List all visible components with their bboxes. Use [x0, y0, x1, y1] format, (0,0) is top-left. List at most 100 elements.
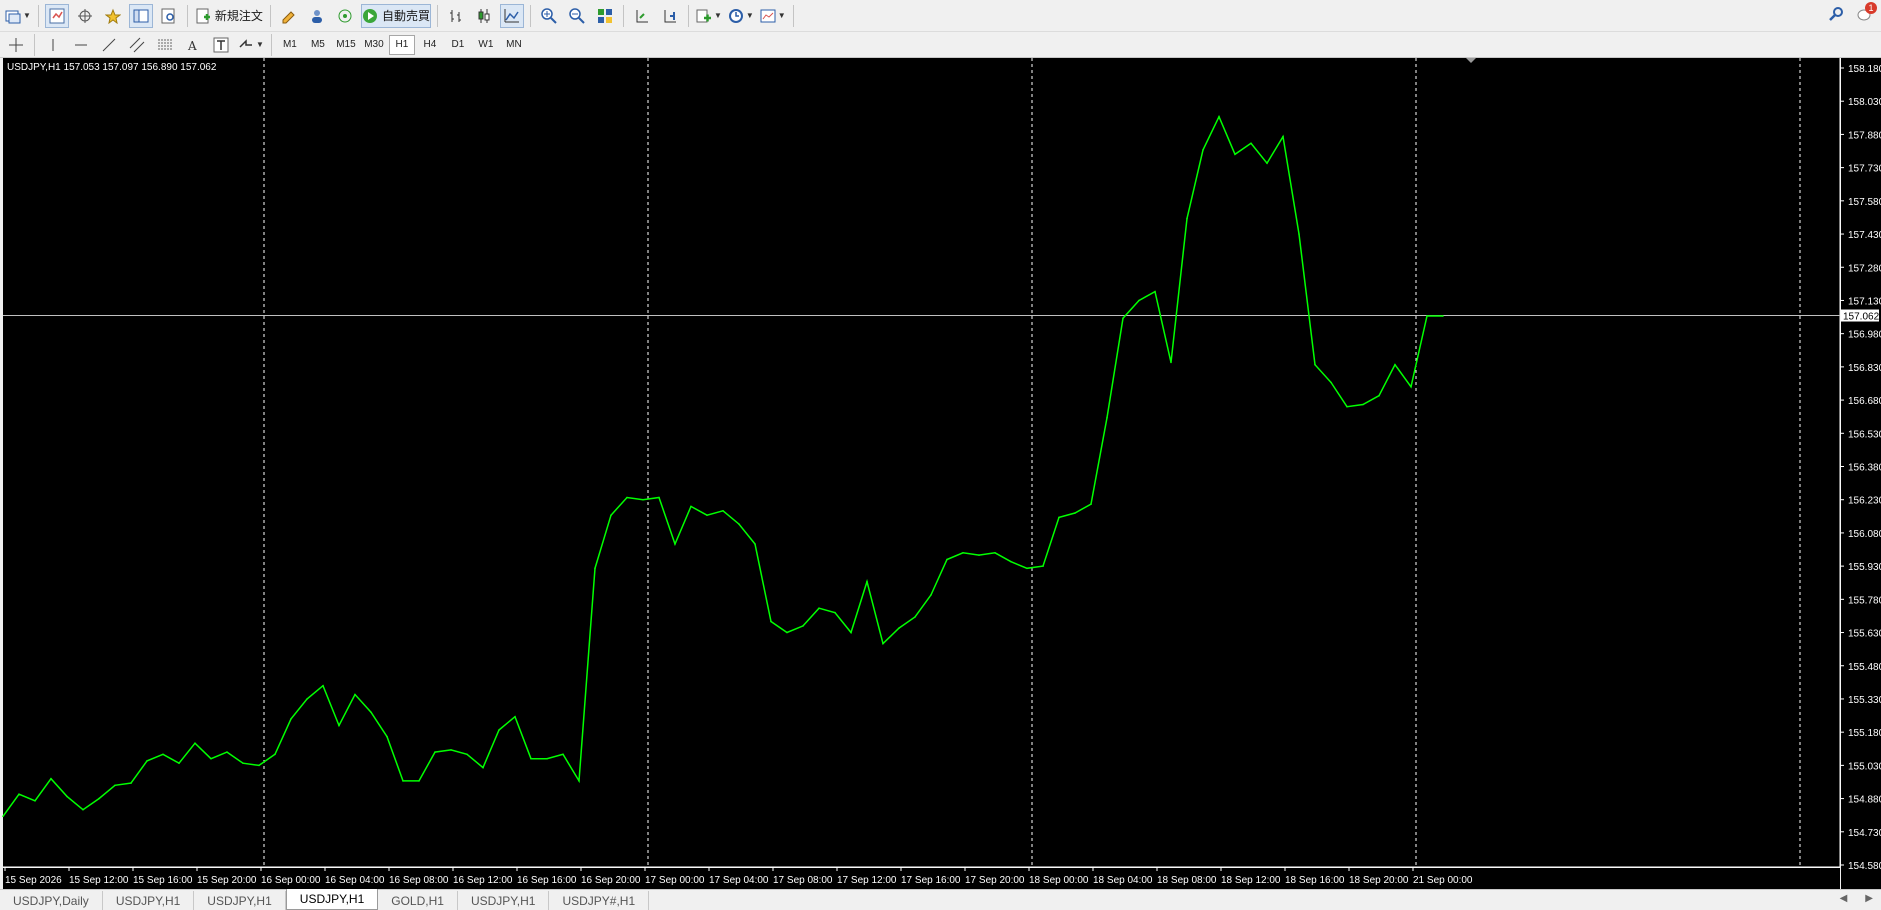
price-point: [1138, 299, 1140, 302]
time-tick-label: 15 Sep 16:00: [133, 875, 193, 886]
text-button[interactable]: A: [181, 33, 205, 57]
horizontal-line-button[interactable]: [69, 33, 93, 57]
price-tick-label: 156.830: [1848, 363, 1881, 374]
metaeditor-button[interactable]: [277, 4, 301, 28]
signals-button[interactable]: [333, 4, 357, 28]
new-order-button[interactable]: 新規注文: [194, 4, 264, 28]
chart-tab[interactable]: USDJPY,H1: [285, 889, 379, 910]
timeframe-m15-button[interactable]: M15: [333, 35, 359, 55]
time-tick-label: 18 Sep 04:00: [1093, 875, 1153, 886]
price-tick-label: 157.280: [1848, 263, 1881, 274]
auto-scroll-icon: [664, 9, 676, 22]
chevron-down-icon: ▼: [256, 40, 264, 49]
chart-tab[interactable]: USDJPY,H1: [194, 891, 286, 910]
navigator-button[interactable]: [101, 4, 125, 28]
chart-shift-icon: [636, 9, 648, 22]
zoom-out-icon: [569, 7, 585, 24]
chart-tab[interactable]: GOLD,H1: [378, 891, 458, 910]
chart-shift-button[interactable]: [630, 4, 654, 28]
strategy-tester-button[interactable]: [157, 4, 181, 28]
editor-pencil-icon: [282, 10, 295, 23]
tab-scroll-left-icon[interactable]: ◀: [1840, 893, 1848, 904]
periods-button[interactable]: ▼: [727, 4, 755, 28]
price-tick-label: 155.780: [1848, 595, 1881, 606]
price-point: [834, 611, 836, 614]
arrows-button[interactable]: ▼: [237, 33, 265, 57]
timeframe-h1-button[interactable]: H1: [388, 34, 415, 55]
time-tick-label: 17 Sep 20:00: [965, 875, 1025, 886]
community-button[interactable]: [305, 4, 329, 28]
chart-tab[interactable]: USDJPY,H1: [103, 891, 195, 910]
price-tick-label: 156.680: [1848, 396, 1881, 407]
price-point: [1026, 567, 1028, 570]
price-point: [1090, 503, 1092, 505]
chart-tab[interactable]: USDJPY#,H1: [549, 891, 650, 910]
price-point: [242, 762, 244, 764]
price-point: [1410, 386, 1412, 388]
timeframe-m1-button[interactable]: M1: [277, 35, 303, 55]
chart-tab[interactable]: USDJPY,Daily: [0, 891, 103, 910]
price-point: [322, 684, 324, 687]
template-icon: [760, 9, 776, 22]
clock-icon: [728, 8, 743, 23]
bar-chart-button[interactable]: [444, 4, 468, 28]
price-tick-label: 157.130: [1848, 296, 1881, 307]
channel-button[interactable]: [125, 33, 149, 57]
timeframe-mn-button[interactable]: MN: [501, 35, 527, 55]
data-window-button[interactable]: [73, 4, 97, 28]
price-point: [978, 554, 980, 556]
fibonacci-button[interactable]: [153, 33, 177, 57]
timeframe-w1-button[interactable]: W1: [473, 35, 499, 55]
price-point: [482, 766, 484, 769]
tile-windows-button[interactable]: [593, 4, 617, 28]
vertical-line-icon: [52, 38, 54, 51]
indicators-button[interactable]: ▼: [695, 4, 723, 28]
auto-trading-label: 自動売買: [381, 9, 430, 23]
new-chart-button[interactable]: ▼: [4, 4, 32, 28]
time-tick-label: 17 Sep 12:00: [837, 875, 897, 886]
time-tick-label: 16 Sep 04:00: [325, 875, 385, 886]
text-label-button[interactable]: [209, 33, 233, 57]
line-chart-button[interactable]: [499, 3, 524, 28]
search-icon[interactable]: [1829, 6, 1845, 22]
price-tick-label: 155.330: [1848, 695, 1881, 706]
templates-button[interactable]: ▼: [759, 4, 787, 28]
price-point: [1218, 115, 1220, 118]
tab-scroll-right-icon[interactable]: ▶: [1865, 893, 1873, 904]
price-point: [946, 558, 948, 561]
zoom-out-button[interactable]: [565, 4, 589, 28]
terminal-button[interactable]: [128, 3, 153, 28]
price-point: [370, 711, 372, 713]
chart-tab[interactable]: USDJPY,H1: [458, 891, 550, 910]
timeframe-m30-button[interactable]: M30: [361, 35, 387, 55]
price-point: [466, 753, 468, 756]
price-chart[interactable]: 158.180 158.030 157.880 157.730 157.580 157.4…: [0, 58, 1881, 890]
trendline-button[interactable]: [97, 33, 121, 57]
toolbar-separator: [792, 4, 794, 27]
price-point: [626, 496, 628, 499]
toolbar-separator: [186, 4, 188, 27]
market-watch-button[interactable]: [44, 3, 69, 28]
price-point: [530, 757, 532, 760]
auto-trading-button[interactable]: 自動売買: [360, 3, 431, 28]
price-tick-label: 155.630: [1848, 629, 1881, 640]
zoom-in-button[interactable]: [537, 4, 561, 28]
candlestick-button[interactable]: [472, 4, 496, 28]
price-tick-label: 155.030: [1848, 761, 1881, 772]
chart-window[interactable]: 158.180 158.030 157.880 157.730 157.580 157.4…: [0, 58, 1881, 890]
price-point: [706, 514, 708, 516]
timeframe-m5-button[interactable]: M5: [305, 35, 331, 55]
timeframe-d1-button[interactable]: D1: [445, 35, 471, 55]
vertical-line-button[interactable]: [41, 33, 65, 57]
crosshair-button[interactable]: [4, 33, 28, 57]
price-tick-label: 157.730: [1848, 164, 1881, 175]
price-point: [114, 784, 116, 787]
price-point: [50, 777, 52, 780]
notifications-button[interactable]: 1: [1857, 2, 1877, 22]
time-tick-label: 15 Sep 2026: [5, 875, 62, 886]
timeframe-h4-button[interactable]: H4: [417, 35, 443, 55]
price-point: [594, 567, 596, 570]
text-label-icon: [213, 37, 229, 52]
price-point: [2, 815, 4, 818]
auto-scroll-button[interactable]: [658, 4, 682, 28]
